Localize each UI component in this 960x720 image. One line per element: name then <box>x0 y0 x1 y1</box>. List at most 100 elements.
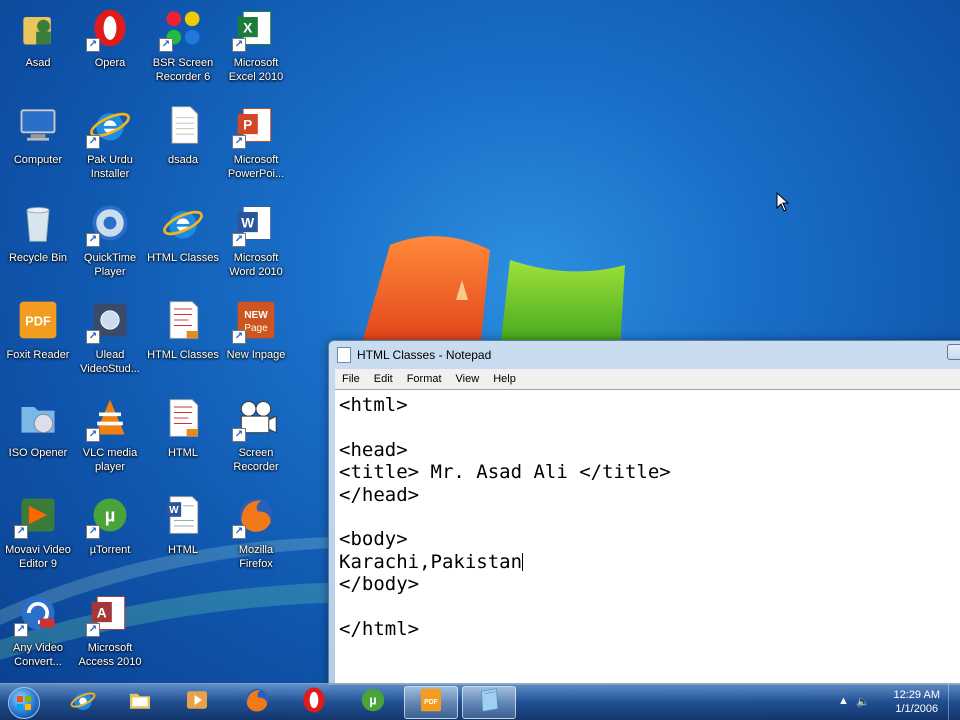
desktop-icon[interactable]: A ↗ Microsoft Access 2010 <box>72 589 148 681</box>
desktop-icon[interactable]: ↗ Movavi Video Editor 9 <box>0 491 76 583</box>
ie-icon: ↗ <box>86 101 134 149</box>
desktop-icon[interactable]: P ↗ Microsoft PowerPoi... <box>218 101 294 193</box>
desktop-icon[interactable]: ↗ QuickTime Player <box>72 199 148 291</box>
mouse-cursor-icon <box>776 192 790 212</box>
desktop-icon[interactable]: µ ↗ µTorrent <box>72 491 148 583</box>
desktop-icon[interactable]: Asad <box>0 4 76 96</box>
iso-icon <box>14 394 62 442</box>
taskbar-button[interactable]: µ <box>346 686 400 719</box>
access-icon: A ↗ <box>86 589 134 637</box>
taskbar-button[interactable] <box>170 686 224 719</box>
desktop-icon-label: Computer <box>13 154 63 166</box>
text-line <box>339 596 960 618</box>
desktop-icon[interactable]: HTML Classes <box>145 199 221 291</box>
taskbar-button[interactable] <box>56 686 110 719</box>
svg-text:NEW: NEW <box>244 310 268 321</box>
menu-edit[interactable]: Edit <box>367 373 400 385</box>
menu-help[interactable]: Help <box>486 373 523 385</box>
svg-text:Page: Page <box>244 323 268 334</box>
svg-text:W: W <box>241 216 254 231</box>
internet-explorer-icon <box>68 685 98 720</box>
shortcut-arrow-icon: ↗ <box>232 135 246 149</box>
desktop-icon[interactable]: W HTML <box>145 491 221 583</box>
notepad-window[interactable]: HTML Classes - Notepad File Edit Format … <box>328 340 960 685</box>
menu-view[interactable]: View <box>449 373 487 385</box>
show-hidden-icons-icon[interactable]: ▲ <box>838 695 849 707</box>
clock-time: 12:29 AM <box>893 689 940 701</box>
pdf-doc-icon <box>159 296 207 344</box>
system-tray: ▲ 🔈 12:29 AM 1/1/2006 <box>830 684 960 720</box>
desktop-icon-label: Microsoft Word 2010 <box>229 252 283 278</box>
vlc-icon: ↗ <box>86 394 134 442</box>
menu-format[interactable]: Format <box>400 373 449 385</box>
quicktime-icon: ↗ <box>86 199 134 247</box>
start-button[interactable] <box>4 685 44 720</box>
desktop-icon-label: HTML <box>168 447 198 459</box>
desktop-icon[interactable]: ↗ Pak Urdu Installer <box>72 101 148 193</box>
desktop-icon-label: Ulead VideoStud... <box>80 349 140 375</box>
desktop-icon[interactable]: W ↗ Microsoft Word 2010 <box>218 199 294 291</box>
word-icon: W ↗ <box>232 199 280 247</box>
desktop-icon[interactable]: dsada <box>145 101 221 193</box>
clock-date: 1/1/2006 <box>895 703 939 715</box>
desktop-icon[interactable]: ↗ Mozilla Firefox <box>218 491 294 583</box>
taskbar-button[interactable] <box>287 686 341 719</box>
desktop-icon[interactable]: Recycle Bin <box>0 199 76 291</box>
desktop-icon-label: dsada <box>168 154 198 166</box>
desktop-icon[interactable]: ↗ VLC media player <box>72 394 148 486</box>
text-line: </body> <box>339 573 420 596</box>
taskbar-button[interactable] <box>462 686 516 719</box>
desktop-icon-label: Screen Recorder <box>233 447 279 473</box>
volume-icon[interactable]: 🔈 <box>856 695 870 708</box>
taskbar-button[interactable] <box>230 686 284 719</box>
desktop-icon-label: Microsoft PowerPoi... <box>227 154 285 180</box>
desktop-icon[interactable]: ↗ Screen Recorder <box>218 394 294 486</box>
text-editor-area[interactable]: <html> <head> <title> Mr. Asad Ali </tit… <box>335 389 960 684</box>
desktop-icon-label: Microsoft Access 2010 <box>78 642 142 668</box>
desktop-icon[interactable]: HTML <box>145 394 221 486</box>
foxit-reader-icon: PDF <box>416 685 446 720</box>
desktop-icon-label: Pak Urdu Installer <box>87 154 133 180</box>
text-line: <body> <box>339 528 408 551</box>
desktop-icon-label: BSR Screen Recorder 6 <box>152 57 214 83</box>
desktop-icon[interactable]: HTML Classes <box>145 296 221 388</box>
desktop-icon-label: Opera <box>94 57 126 69</box>
desktop-icon-label: HTML Classes <box>147 252 219 264</box>
show-desktop-button[interactable] <box>948 684 960 720</box>
utorrent-icon: µ ↗ <box>86 491 134 539</box>
utorrent-icon: µ <box>358 685 388 720</box>
desktop-icon[interactable]: ISO Opener <box>0 394 76 486</box>
notepad-titlebar[interactable]: HTML Classes - Notepad <box>329 341 960 369</box>
pdf-doc-icon <box>159 394 207 442</box>
shortcut-arrow-icon: ↗ <box>232 233 246 247</box>
clock[interactable]: 12:29 AM 1/1/2006 <box>894 688 940 716</box>
desktop-icon[interactable]: X ↗ Microsoft Excel 2010 <box>218 4 294 96</box>
minimize-button[interactable] <box>947 344 960 360</box>
media-player-icon <box>182 685 212 720</box>
desktop-icon[interactable]: PDF Foxit Reader <box>0 296 76 388</box>
desktop-icon[interactable]: NEW Page ↗ New Inpage <box>218 296 294 388</box>
svg-text:W: W <box>169 505 179 516</box>
excel-icon: X ↗ <box>232 4 280 52</box>
shortcut-arrow-icon: ↗ <box>232 330 246 344</box>
desktop-icon[interactable]: ↗ BSR Screen Recorder 6 <box>145 4 221 96</box>
desktop-icon-label: Foxit Reader <box>6 349 70 361</box>
shortcut-arrow-icon: ↗ <box>86 135 100 149</box>
desktop-icon[interactable]: ↗ Opera <box>72 4 148 96</box>
desktop-icon-label: ISO Opener <box>8 447 68 459</box>
taskbar-button[interactable]: PDF <box>404 686 458 719</box>
desktop-icon[interactable]: ↗ Ulead VideoStud... <box>72 296 148 388</box>
shortcut-arrow-icon: ↗ <box>86 38 100 52</box>
desktop-icon-label: µTorrent <box>89 544 131 556</box>
menu-file[interactable]: File <box>335 373 367 385</box>
desktop-icon[interactable]: Computer <box>0 101 76 193</box>
opera-icon <box>299 685 329 720</box>
desktop-icon[interactable]: ↗ Any Video Convert... <box>0 589 76 681</box>
text-file-icon <box>159 101 207 149</box>
text-line: <html> <box>339 394 408 416</box>
svg-text:µ: µ <box>369 693 376 707</box>
converter-icon: ↗ <box>14 589 62 637</box>
movavi-icon: ↗ <box>14 491 62 539</box>
taskbar-button[interactable] <box>113 686 167 719</box>
windows-flag-icon <box>8 687 40 719</box>
